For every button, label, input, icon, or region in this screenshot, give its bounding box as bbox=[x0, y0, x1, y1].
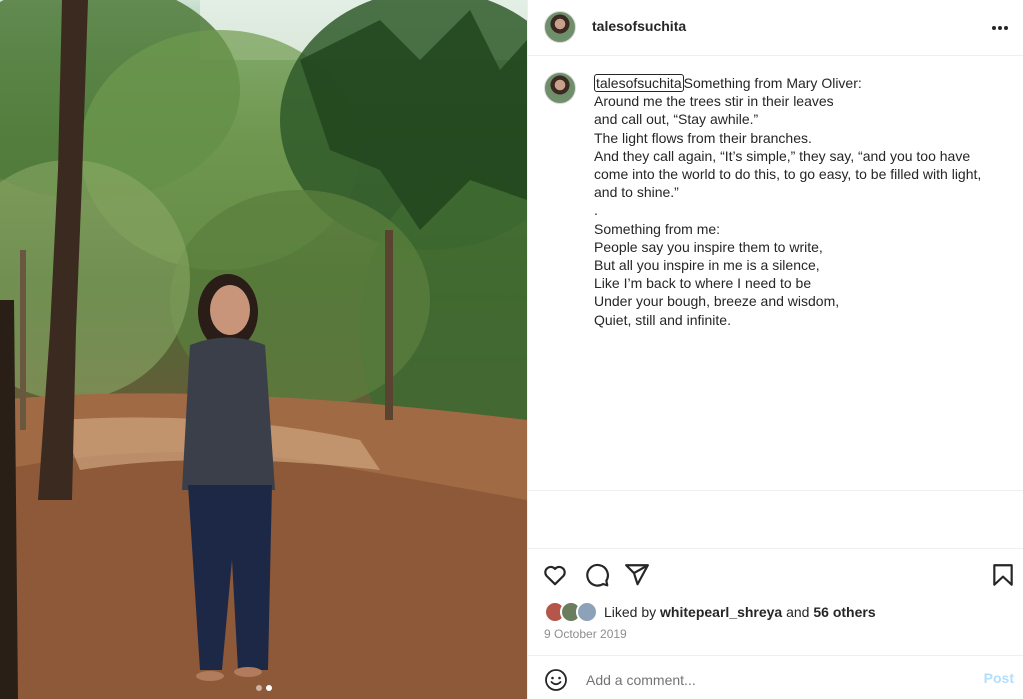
caption-line: Something from me: bbox=[594, 220, 721, 237]
author-username[interactable]: talesofsuchita bbox=[592, 18, 686, 34]
caption-line: . bbox=[594, 202, 598, 219]
carousel-dot-active bbox=[265, 685, 272, 691]
comment-icon[interactable] bbox=[584, 562, 610, 588]
likes-connector: and bbox=[786, 604, 810, 620]
caption-line: And they call again, “It’s simple,” they… bbox=[594, 147, 971, 164]
carousel-dot bbox=[255, 685, 262, 691]
more-horizontal-icon[interactable] bbox=[990, 18, 1010, 38]
likes-summary: Liked by whitepearl_shreya and 56 others bbox=[544, 601, 876, 623]
liker-avatar bbox=[576, 601, 598, 623]
caption-line: People say you inspire them to write, bbox=[594, 238, 823, 255]
caption-line: The light flows from their branches. bbox=[594, 129, 812, 146]
caption-line: Around me the trees stir in their leaves bbox=[594, 93, 834, 110]
post-caption: talesofsuchita Something from Mary Oliver… bbox=[594, 74, 1004, 329]
caption-line: Under your bough, breeze and wisdom, bbox=[594, 293, 840, 310]
post-comment-button[interactable]: Post bbox=[984, 670, 1014, 686]
post-header: talesofsuchita bbox=[528, 0, 1023, 56]
caption-line: Quiet, still and infinite. bbox=[594, 311, 731, 328]
caption-line: and call out, “Stay awhile.” bbox=[594, 111, 759, 128]
heart-icon[interactable] bbox=[542, 562, 568, 588]
forest-scene-image bbox=[0, 0, 527, 699]
caption-username-link[interactable]: talesofsuchita bbox=[594, 74, 684, 92]
post-photo[interactable] bbox=[0, 0, 527, 699]
bookmark-icon[interactable] bbox=[990, 562, 1016, 588]
caption-line: come into the world to do this, to go ea… bbox=[594, 166, 982, 183]
comment-input[interactable] bbox=[584, 666, 968, 694]
paper-plane-icon[interactable] bbox=[624, 562, 650, 588]
author-avatar[interactable] bbox=[544, 11, 576, 43]
caption-line: But all you inspire in me is a silence, bbox=[594, 257, 820, 274]
divider bbox=[528, 490, 1023, 491]
comment-bar: Post bbox=[528, 655, 1023, 699]
liker-avatars[interactable] bbox=[544, 601, 598, 623]
post-actions-bar bbox=[528, 556, 1023, 596]
smiley-icon[interactable] bbox=[544, 668, 568, 692]
divider bbox=[528, 548, 1023, 549]
carousel-indicator bbox=[255, 685, 272, 691]
post-detail-panel: talesofsuchita talesofsuchita Something f… bbox=[527, 0, 1023, 699]
caption-first-line: Something from Mary Oliver: bbox=[683, 75, 862, 91]
caption-section: talesofsuchita Something from Mary Oliver… bbox=[528, 72, 1023, 490]
caption-line: and to shine.” bbox=[594, 184, 679, 201]
post-date[interactable]: 9 October 2019 bbox=[544, 627, 627, 641]
likes-others-link[interactable]: 56 others bbox=[813, 604, 875, 620]
likes-prefix: Liked by bbox=[604, 604, 657, 620]
liker-username-link[interactable]: whitepearl_shreya bbox=[660, 604, 782, 620]
caption-author-avatar[interactable] bbox=[544, 72, 576, 104]
caption-line: Like I’m back to where I need to be bbox=[594, 275, 812, 292]
